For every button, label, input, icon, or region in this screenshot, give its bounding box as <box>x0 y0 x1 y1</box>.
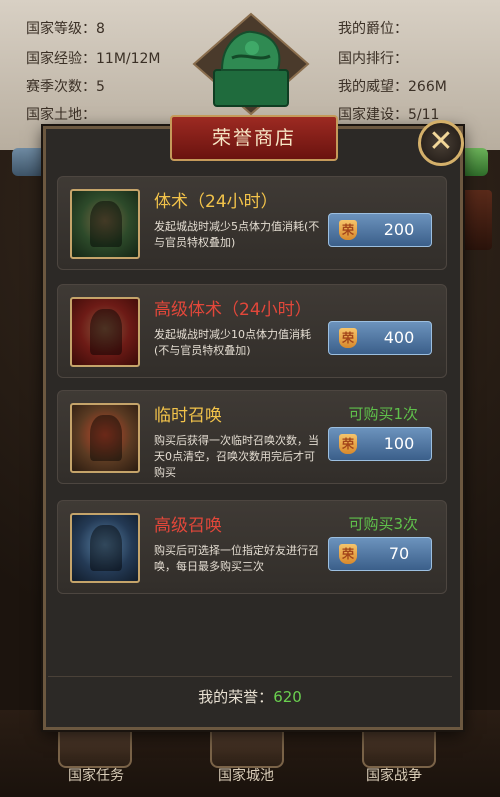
item-desc: 发起城战时减少10点体力值消耗(不与官员特权叠加) <box>154 328 311 357</box>
banner-icon <box>70 403 140 473</box>
green-warrior-icon <box>70 189 140 259</box>
honor-currency-icon: 荣 <box>339 220 357 240</box>
item-name: 高级体术（24小时） <box>154 300 312 320</box>
stat-my-prestige: 我的威望：266M <box>338 79 447 95</box>
buy-button[interactable]: 荣 70 <box>328 537 432 571</box>
item-name: 体术（24小时） <box>154 192 278 212</box>
honor-balance: 我的荣誉：620 <box>48 676 452 717</box>
item-name: 临时召唤 <box>154 406 222 426</box>
item-limit: 可购买1次 <box>348 405 418 423</box>
item-limit: 可购买3次 <box>348 515 418 533</box>
honor-currency-icon: 荣 <box>339 328 357 348</box>
shop-item: 高级体术（24小时） 发起城战时减少10点体力值消耗(不与官员特权叠加) 荣 4… <box>57 284 447 378</box>
jade-seal-icon <box>192 12 310 116</box>
stat-nation-exp: 国家经验：11M/12M <box>26 51 161 67</box>
item-desc: 发起城战时减少5点体力值消耗(不与官员特权叠加) <box>154 220 320 249</box>
honor-balance-label: 我的荣誉： <box>198 688 274 706</box>
honor-balance-value: 620 <box>273 688 302 706</box>
nav-nation-task[interactable]: 国家任务 <box>68 765 124 785</box>
buy-button[interactable]: 荣 200 <box>328 213 432 247</box>
close-button[interactable]: ✕ <box>418 120 464 166</box>
honor-currency-icon: 荣 <box>339 434 357 454</box>
stat-nation-build: 国家建设：5/11 <box>338 107 440 123</box>
buy-price: 100 <box>383 434 415 453</box>
stat-domestic-rank: 国内排行： <box>338 51 408 67</box>
buy-price: 200 <box>383 220 415 239</box>
blue-banner-icon <box>70 513 140 583</box>
shop-item: 体术（24小时） 发起城战时减少5点体力值消耗(不与官员特权叠加) 荣 200 <box>57 176 447 270</box>
buy-price: 400 <box>383 328 415 347</box>
dialog-title: 荣誉商店 <box>170 115 338 161</box>
shop-item: 高级召唤 购买后可选择一位指定好友进行召唤，每日最多购买三次 可购买3次 荣 7… <box>57 500 447 594</box>
buy-button[interactable]: 荣 400 <box>328 321 432 355</box>
item-name: 高级召唤 <box>154 516 222 536</box>
stat-nation-level: 国家等级：8 <box>26 21 105 37</box>
shop-item: 临时召唤 购买后获得一次临时召唤次数，当天0点清空，召唤次数用完后才可购买 可购… <box>57 390 447 484</box>
buy-price: 70 <box>388 544 410 563</box>
stat-my-title: 我的爵位： <box>338 21 408 37</box>
stat-season-count: 赛季次数：5 <box>26 79 105 95</box>
honor-currency-icon: 荣 <box>339 544 357 564</box>
buy-button[interactable]: 荣 100 <box>328 427 432 461</box>
nav-nation-war[interactable]: 国家战争 <box>366 765 422 785</box>
item-desc: 购买后获得一次临时召唤次数，当天0点清空，召唤次数用完后才可购买 <box>154 434 319 479</box>
stat-nation-land: 国家土地： <box>26 107 96 123</box>
red-warrior-icon <box>70 297 140 367</box>
nav-nation-city[interactable]: 国家城池 <box>218 765 274 785</box>
item-desc: 购买后可选择一位指定好友进行召唤，每日最多购买三次 <box>154 544 319 573</box>
